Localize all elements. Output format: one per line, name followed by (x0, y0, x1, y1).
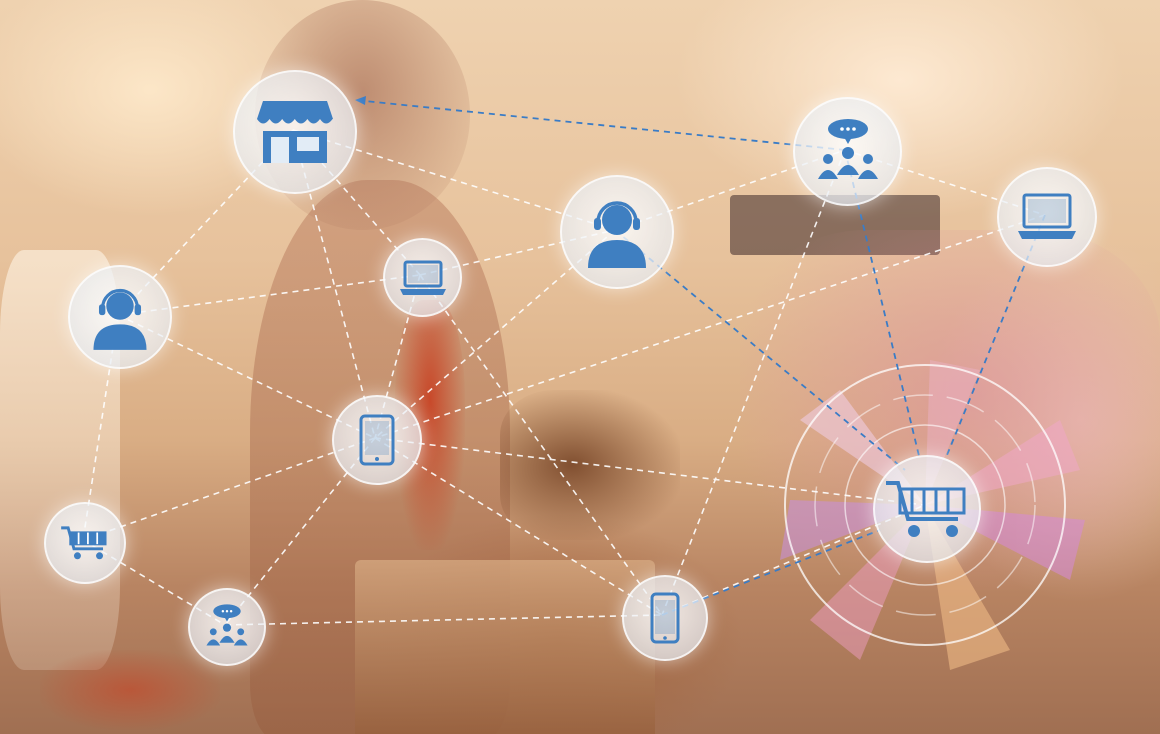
support-agent-icon (93, 288, 147, 350)
group-chat-icon (817, 118, 878, 179)
node-smartphone (622, 575, 708, 661)
node-cart-main (873, 455, 981, 563)
node-store (233, 70, 357, 194)
node-cart-left (44, 502, 126, 584)
node-laptop-right (997, 167, 1097, 267)
node-support-left (68, 265, 172, 369)
smartphone-icon (650, 592, 680, 644)
tablet-icon (359, 414, 395, 466)
network-connections (82, 96, 1046, 626)
shopping-cart-icon (886, 481, 966, 537)
shopping-cart-icon (61, 526, 107, 560)
node-laptop-center (383, 238, 462, 317)
node-group-chat-top (793, 97, 902, 206)
node-group-chat-bottom (188, 588, 266, 666)
laptop-icon (1018, 193, 1076, 239)
laptop-icon (399, 260, 446, 295)
retail-network-scene (0, 0, 1160, 734)
node-tablet (332, 395, 422, 485)
node-support-center (560, 175, 674, 289)
support-agent-icon (588, 201, 646, 268)
group-chat-icon (206, 604, 248, 646)
store-icon (257, 101, 333, 163)
